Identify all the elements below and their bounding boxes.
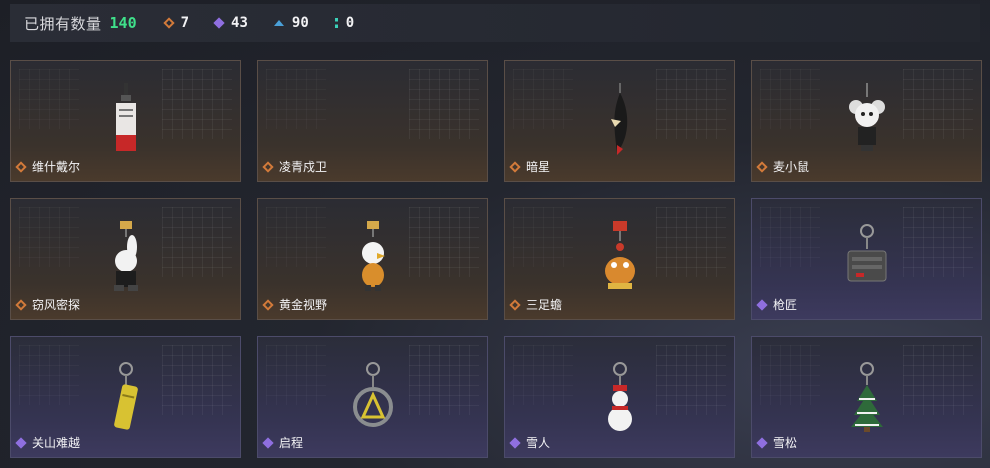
charm-card[interactable]: 雪人 [504,336,735,458]
rarity-orange-icon [509,298,521,311]
charm-card[interactable]: 暗星 [504,60,735,182]
charm-name: 雪松 [773,436,798,450]
charm-name: 启程 [279,436,304,450]
rarity-purple-icon [262,436,274,449]
stat-orange: 7 [162,15,190,31]
stat-orange-value: 7 [180,15,190,31]
stat-blue: 90 [273,15,309,31]
stat-purple-value: 43 [231,15,248,31]
bunny-charm-icon [113,221,138,291]
owned-label: 已拥有数量 [24,14,102,33]
rarity-orange-icon [15,160,27,173]
charm-card[interactable]: 凌青戍卫 [257,60,488,182]
charm-card[interactable]: 窃风密探 [10,198,241,320]
teal-dots-icon [334,18,338,28]
charm-name: 麦小鼠 [773,160,810,174]
header-bar: 已拥有数量 140 7 43 90 0 [10,4,980,42]
eagle-charm-icon [361,221,385,291]
gun-charm-icon [847,224,886,282]
tree-charm-icon [850,362,883,432]
charm-card[interactable]: 启程 [257,336,488,458]
charm-name: 三足蟾 [526,298,563,312]
charm-card[interactable]: 三足蟾 [504,198,735,320]
rarity-purple-icon [15,436,27,449]
rarity-orange-icon [509,160,521,173]
rarity-purple-icon [756,298,768,311]
charm-name: 暗星 [526,160,551,174]
orange-diamond-icon [162,17,175,29]
tag-charm-icon [115,83,136,151]
blue-triangle-icon [273,20,284,26]
rarity-orange-icon [15,298,27,311]
charm-card[interactable]: 关山难越 [10,336,241,458]
snowman-charm-icon [607,362,632,431]
rarity-orange-icon [756,160,768,173]
charm-card[interactable]: 枪匠 [751,198,982,320]
rarity-orange-icon [262,298,274,311]
rarity-purple-icon [756,436,768,449]
charm-name: 关山难越 [32,436,81,450]
charm-name: 窃风密探 [32,298,81,312]
charm-card[interactable]: 雪松 [751,336,982,458]
rarity-orange-icon [262,160,274,173]
rarity-purple-icon [509,436,521,449]
charm-card[interactable]: 黄金视野 [257,198,488,320]
charm-name: 雪人 [526,436,551,450]
toad-charm-icon [604,221,635,289]
owned-count: 140 [109,14,137,32]
charm-card[interactable]: 维什戴尔 [10,60,241,182]
stat-purple: 43 [213,15,248,31]
ring-charm-icon [352,362,393,427]
charm-name: 枪匠 [773,298,798,312]
stat-teal: 0 [334,15,355,31]
charm-name: 维什戴尔 [32,160,81,174]
mouse-charm-icon [848,83,885,151]
charm-card[interactable]: 麦小鼠 [751,60,982,182]
purple-diamond-icon [213,17,225,29]
feather-charm-icon [610,83,627,155]
stat-teal-value: 0 [345,15,355,31]
tube-charm-icon [113,362,138,430]
stat-blue-value: 90 [291,15,309,31]
charm-name: 黄金视野 [279,298,328,312]
charm-name: 凌青戍卫 [279,160,328,174]
